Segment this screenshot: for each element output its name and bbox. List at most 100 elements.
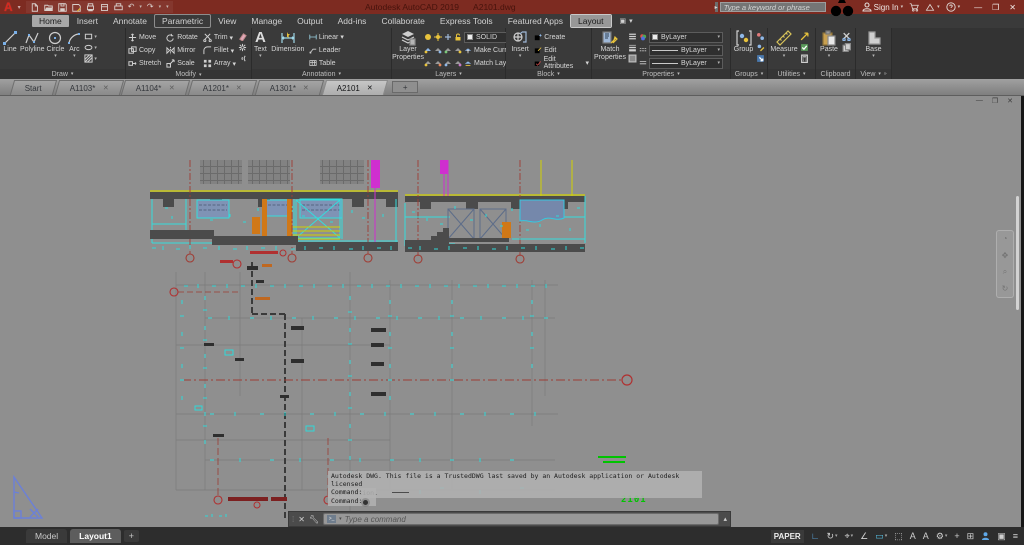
maximize-button[interactable]: ❒ [992,3,999,12]
command-expand-icon[interactable]: ▴ [723,515,727,523]
panel-annotation-footer[interactable]: Annotation ▾ [252,69,391,79]
help-button[interactable]: ▾ [945,2,960,12]
polyline-button[interactable]: Polyline [20,30,45,54]
linear-button[interactable]: Linear ▾ [309,31,344,43]
edit-block-button[interactable]: Edit [534,44,589,56]
file-tab-a1201[interactable]: A1201* ✕ [187,80,258,95]
group-edit-button[interactable] [756,43,765,52]
layer-freeze-icon[interactable] [434,33,442,41]
tab-manage[interactable]: Manage [244,15,289,27]
properties-list-icon-3[interactable] [628,54,637,63]
panel-clipboard-footer[interactable]: Clipboard [816,69,855,79]
tray-icon[interactable]: ⊞ [967,531,975,541]
close-tab-icon[interactable]: ✕ [102,84,108,92]
autocad-logo-icon[interactable]: A [4,1,13,13]
layer-walk-icon-1[interactable] [424,59,432,67]
offset-button[interactable] [238,54,247,63]
command-input[interactable] [344,514,716,524]
page-setup-icon[interactable] [100,3,109,12]
quick-select-button[interactable] [800,43,809,52]
annotation-scale-add-icon[interactable]: + [954,531,959,541]
new-drawing-tab-button[interactable]: + [392,81,419,93]
panel-groups-footer[interactable]: Groups ▾ [731,69,767,79]
undo-caret-icon[interactable]: ▾ [139,4,142,10]
search-input[interactable] [719,2,826,12]
zoom-icon[interactable]: ⌕ [1003,268,1007,276]
command-recent-caret-icon[interactable]: ▾ [339,516,342,522]
angle-snap-icon[interactable]: ∠ [860,531,868,541]
lineweight-dropdown[interactable]: ByLayer ▾ [649,44,723,56]
save-as-icon[interactable] [71,3,81,12]
pan-icon[interactable]: ✥ [1002,251,1009,260]
customization-menu-icon[interactable]: ≡ [1013,531,1018,541]
file-tab-a1104[interactable]: A1104* ✕ [121,80,191,95]
edit-attributes-button[interactable]: Edit Attributes ▾ [534,56,589,70]
tab-add-ins[interactable]: Add-ins [331,15,374,27]
tab-express-tools[interactable]: Express Tools [433,15,500,27]
drawing-canvas[interactable]: — ❐ ✕ ◔ ✥ ⌕ ↻ 2101 Autodesk DWG. This fi… [0,96,1024,527]
panel-block-footer[interactable]: Block ▾ [506,69,591,79]
paste-button[interactable]: Paste ▾ [818,30,840,59]
mirror-button[interactable]: Mirror [166,46,198,55]
ungroup-button[interactable] [756,32,765,41]
fillet-button[interactable]: Fillet ▾ [203,46,236,55]
annotation-visibility-icon[interactable]: A [910,531,916,541]
layout1-tab[interactable]: Layout1 [70,529,121,543]
explode-button[interactable] [238,43,247,52]
tab-home[interactable]: Home [32,15,69,27]
panel-view-footer[interactable]: View ▾» [856,69,891,79]
tab-annotate[interactable]: Annotate [106,15,154,27]
create-block-button[interactable]: Create [534,31,589,43]
insert-button[interactable]: Insert ▾ [508,30,532,59]
rotate-button[interactable]: Rotate [166,33,198,42]
dock-grip-icon[interactable]: ⁞ [292,515,294,524]
panel-layers-footer[interactable]: Layers ▾ [392,69,505,79]
ellipse-button[interactable]: ▾ [84,43,97,52]
file-tab-start[interactable]: Start [9,80,58,95]
sign-in-button[interactable]: Sign In ▾ [862,2,903,12]
layer-properties-button[interactable]: Layer Properties [392,30,424,61]
user-status-icon[interactable] [981,531,990,541]
tab-featured-apps[interactable]: Featured Apps [501,15,570,27]
layer-walk-icon-3[interactable] [444,59,452,67]
circle-button[interactable]: Circle ▾ [47,30,64,59]
model-tab[interactable]: Model [26,529,68,543]
trim-button[interactable]: Trim ▾ [203,33,236,42]
file-tab-a2101[interactable]: A2101 ✕ [322,80,389,95]
scale-button[interactable]: Scale [166,59,198,68]
layer-state-icon-1[interactable] [424,46,432,54]
canvas-scrollbar[interactable] [1016,196,1019,310]
close-tab-icon[interactable]: ✕ [367,84,373,92]
layer-off-icon[interactable] [424,33,432,41]
properties-list-icon-1[interactable] [628,32,637,41]
paper-space-toggle[interactable]: PAPER [770,529,804,543]
text-button[interactable]: A Text ▾ [254,30,267,59]
layer-walk-icon-4[interactable] [454,59,462,67]
workspace-gear-icon[interactable]: ⚙ ▾ [936,531,948,541]
linetype-dropdown[interactable]: ByLayer ▾ [649,57,723,69]
drawing-close-button[interactable]: ✕ [1007,97,1013,105]
dynamic-ucs-icon[interactable]: ▭ ▾ [875,531,887,541]
erase-button[interactable] [238,32,247,41]
layer-state-icon-4[interactable] [454,46,462,54]
cut-button[interactable] [842,32,851,41]
annotation-autoscale-icon[interactable]: A [923,531,929,541]
panel-modify-footer[interactable]: Modify ▾ [126,70,251,79]
drawing-restore-button[interactable]: ❐ [992,97,998,105]
panel-properties-footer[interactable]: Properties ▾ [592,69,730,79]
table-button[interactable]: Table [309,57,344,69]
redo-icon[interactable]: ↷ [147,3,154,11]
ribbon-display-toggle[interactable]: ▣ ▾ [620,17,633,25]
quick-calc-button[interactable] [800,54,809,63]
close-tab-icon[interactable]: ✕ [169,84,175,92]
minimize-button[interactable]: — [974,3,982,12]
search-arrow-icon[interactable]: ▸ [714,2,718,12]
logo-caret-icon[interactable]: ▾ [18,4,21,11]
isodraft-icon[interactable]: ↻ ▾ [827,531,838,541]
file-tab-a1103[interactable]: A1103* ✕ [54,80,124,95]
line-button[interactable]: Line [2,30,18,54]
tab-collaborate[interactable]: Collaborate [374,15,431,27]
selection-cycling-icon[interactable]: ⬚ [894,531,903,541]
close-button[interactable]: ✕ [1009,3,1016,12]
tab-output[interactable]: Output [290,15,330,27]
